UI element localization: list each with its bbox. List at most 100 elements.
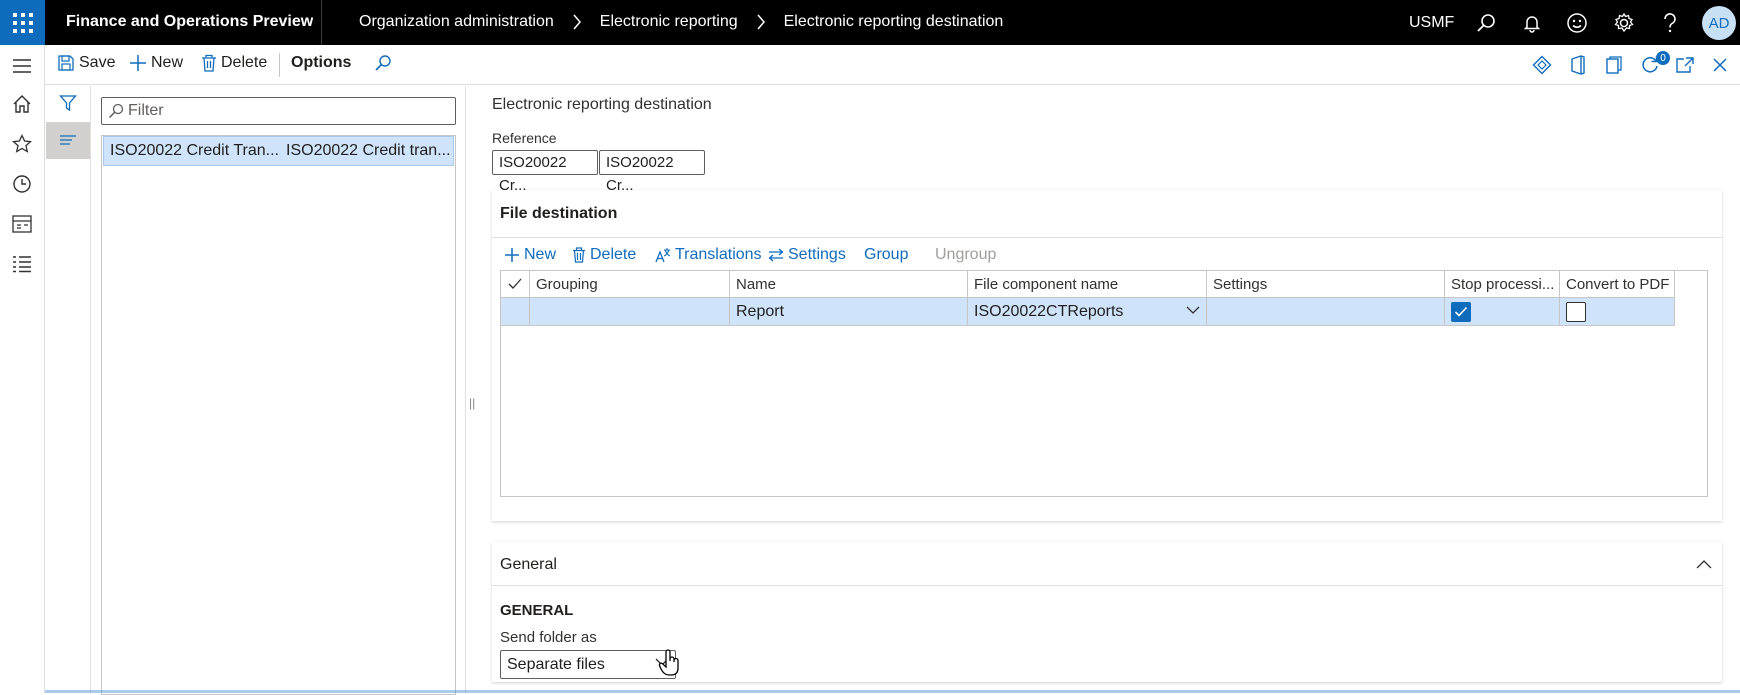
waffle-icon <box>12 12 33 33</box>
pane-splitter[interactable] <box>465 86 466 693</box>
save-icon <box>57 54 75 72</box>
plus-icon <box>129 54 147 72</box>
refresh-icon[interactable] <box>1638 53 1662 77</box>
convert-to-pdf-checkbox[interactable] <box>1566 302 1586 322</box>
list-item-description: ISO20022 Credit tran... <box>286 142 451 159</box>
stop-processing-checkbox[interactable] <box>1451 302 1471 322</box>
file-component-value: ISO20022CTReports <box>974 303 1124 320</box>
general-title: General <box>500 556 557 573</box>
open-in-new-window-icon[interactable] <box>1673 53 1697 77</box>
attachments-icon[interactable] <box>1602 53 1626 77</box>
app-launcher-button[interactable] <box>0 0 45 45</box>
search-icon <box>108 103 124 119</box>
cell-grouping[interactable] <box>530 298 730 325</box>
send-folder-value: Separate files <box>507 656 605 673</box>
delete-button[interactable]: Delete <box>201 54 267 72</box>
grid-header: Grouping Name File component name Settin… <box>501 271 1675 298</box>
destination-grid: Grouping Name File component name Settin… <box>500 270 1708 497</box>
recent-clock-icon[interactable] <box>10 172 34 196</box>
app-title[interactable]: Finance and Operations Preview <box>66 13 313 31</box>
bell-icon[interactable] <box>1520 11 1544 35</box>
grid-new-button[interactable]: New <box>504 246 556 264</box>
filter-funnel-icon[interactable] <box>56 91 80 115</box>
group-button[interactable]: Group <box>864 246 908 264</box>
new-button[interactable]: New <box>129 54 183 72</box>
grid-delete-label: Delete <box>590 246 637 263</box>
cell-stop-processing <box>1445 298 1560 325</box>
modules-list-icon[interactable] <box>10 252 34 276</box>
cell-file-component-name[interactable]: ISO20022CTReports <box>968 298 1207 325</box>
cell-name[interactable]: Report <box>730 298 968 325</box>
column-header-stop-processing[interactable]: Stop processi... <box>1445 271 1560 298</box>
options-tab[interactable]: Options <box>291 54 351 72</box>
checkmark-icon <box>508 278 522 289</box>
row-selector[interactable] <box>501 298 530 325</box>
gear-icon[interactable] <box>1612 11 1636 35</box>
file-destination-card: File destination New Delete Translations… <box>492 190 1722 521</box>
chevron-right-icon <box>756 14 766 30</box>
smiley-icon[interactable] <box>1565 11 1589 35</box>
save-button[interactable]: Save <box>57 54 115 72</box>
record-list: ISO20022 Credit Tran... ISO20022 Credit … <box>101 135 456 695</box>
general-section-heading: GENERAL <box>500 602 574 619</box>
close-icon[interactable] <box>1708 53 1732 77</box>
translations-button[interactable]: Translations <box>655 246 762 264</box>
workspaces-icon[interactable] <box>10 212 34 236</box>
help-icon[interactable] <box>1658 11 1682 35</box>
cell-settings[interactable] <box>1207 298 1445 325</box>
chevron-right-icon <box>572 14 582 30</box>
column-header-convert-to-pdf[interactable]: Convert to PDF <box>1560 271 1675 298</box>
chevron-down-icon <box>1186 306 1200 314</box>
breadcrumb-item-current-page[interactable]: Electronic reporting destination <box>784 13 1004 31</box>
company-picker[interactable]: USMF <box>1409 14 1454 32</box>
avatar[interactable]: AD <box>1702 6 1736 40</box>
grid-toolbar: New Delete Translations Settings Group U… <box>492 240 1722 270</box>
send-folder-dropdown[interactable]: Separate files <box>500 650 676 679</box>
grid-delete-button[interactable]: Delete <box>572 246 636 264</box>
details-pane: Electronic reporting destination Referen… <box>476 86 1740 693</box>
list-item-reference: ISO20022 Credit Tran... <box>110 142 279 159</box>
action-search-icon[interactable] <box>374 54 392 72</box>
office-icon[interactable] <box>1566 53 1590 77</box>
filter-placeholder: Filter <box>128 102 164 119</box>
general-header[interactable]: General <box>492 542 1722 586</box>
hand-cursor-icon <box>658 649 682 681</box>
list-pane-strip <box>45 86 91 693</box>
column-header-name[interactable]: Name <box>730 271 968 298</box>
checkmark-icon <box>1454 306 1468 317</box>
list-item[interactable]: ISO20022 Credit Tran... ISO20022 Credit … <box>103 136 454 166</box>
column-header-settings[interactable]: Settings <box>1207 271 1445 298</box>
list-lines-icon <box>56 129 80 153</box>
favorites-star-icon[interactable] <box>10 132 34 156</box>
breadcrumb-item-organization-administration[interactable]: Organization administration <box>359 13 554 31</box>
diamond-icon[interactable] <box>1530 53 1554 77</box>
page-title: Electronic reporting destination <box>492 96 712 113</box>
delete-label: Delete <box>221 54 268 71</box>
home-icon[interactable] <box>10 92 34 116</box>
column-header-grouping[interactable]: Grouping <box>530 271 730 298</box>
reference-label: Reference <box>492 130 557 146</box>
cell-convert-to-pdf <box>1560 298 1675 325</box>
chevron-up-icon <box>1696 560 1712 569</box>
left-navigation <box>0 45 45 693</box>
breadcrumb-item-electronic-reporting[interactable]: Electronic reporting <box>600 13 738 31</box>
plus-icon <box>504 247 520 263</box>
search-icon[interactable] <box>1474 11 1498 35</box>
translations-label: Translations <box>675 246 762 263</box>
table-row[interactable]: Report ISO20022CTReports <box>501 298 1675 326</box>
settings-label: Settings <box>788 246 846 263</box>
splitter-grip-icon[interactable]: || <box>469 396 475 410</box>
select-all-checkbox[interactable] <box>501 271 530 298</box>
column-header-file-component-name[interactable]: File component name <box>968 271 1207 298</box>
settings-button[interactable]: Settings <box>768 246 846 264</box>
reference-button-2[interactable]: ISO20022 Cr... <box>599 150 705 194</box>
filter-input[interactable]: Filter <box>101 97 456 125</box>
breadcrumb: Organization administration Electronic r… <box>359 13 1003 31</box>
hamburger-menu-icon[interactable] <box>10 54 34 78</box>
grid-new-label: New <box>524 246 557 263</box>
reference-button-1[interactable]: ISO20022 Cr... <box>492 150 598 194</box>
save-label: Save <box>79 54 116 71</box>
translate-icon <box>655 247 671 263</box>
settings-sliders-icon <box>768 248 784 262</box>
ungroup-button[interactable]: Ungroup <box>935 246 996 264</box>
